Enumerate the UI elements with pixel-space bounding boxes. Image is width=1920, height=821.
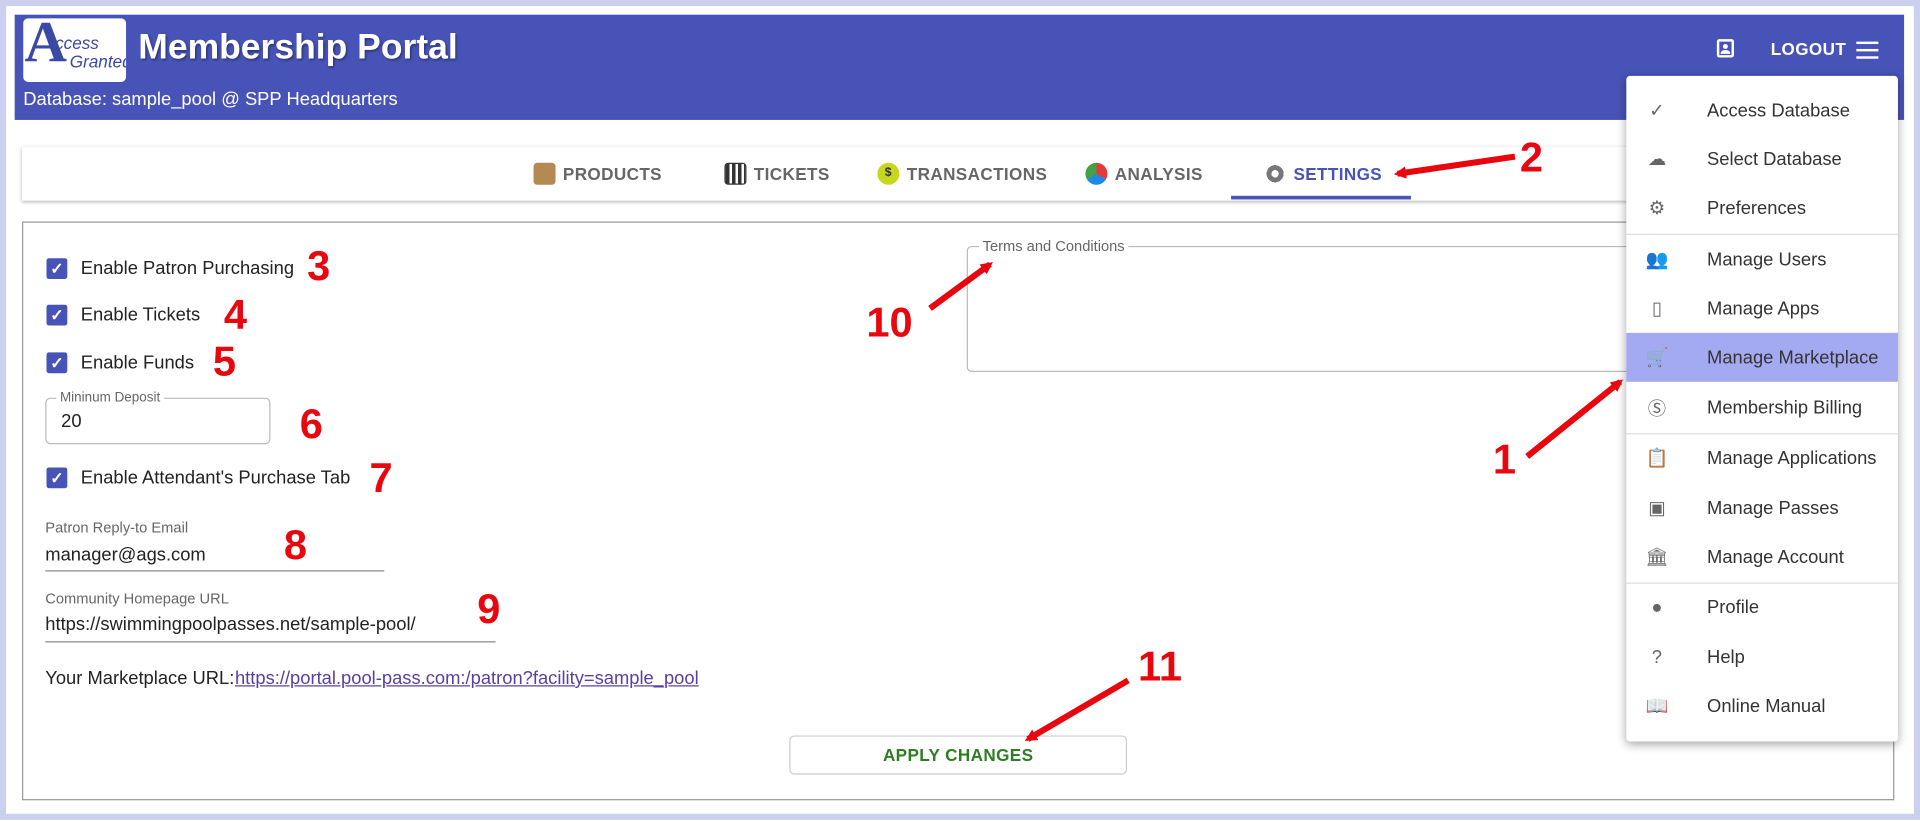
menu-item-label: Manage Users: [1707, 249, 1827, 270]
menu-item-manage-apps[interactable]: ▯ Manage Apps: [1626, 284, 1898, 333]
minimum-deposit-field[interactable]: Mininum Deposit: [45, 390, 271, 445]
annotation-2: 2: [1519, 134, 1543, 182]
community-homepage-url-input[interactable]: https://swimmingpoolpasses.net/sample-po…: [45, 614, 415, 635]
tab-settings[interactable]: SETTINGS: [1264, 147, 1382, 201]
marketplace-url-label: Your Marketplace URL:: [45, 668, 235, 689]
enable-tickets-checkbox[interactable]: ✓: [46, 304, 68, 326]
phone-icon: ▯: [1651, 298, 1662, 320]
annotation-10: 10: [866, 299, 913, 347]
app-title: Membership Portal: [138, 28, 458, 68]
menu-item-manage-users[interactable]: 👥 Manage Users: [1626, 235, 1898, 284]
box-icon: [533, 162, 556, 185]
help-circle-icon: ?: [1651, 646, 1662, 668]
annotation-7: 7: [369, 455, 393, 502]
menu-item-label: Profile: [1707, 596, 1760, 618]
menu-item-preferences[interactable]: ⚙ Preferences: [1626, 184, 1898, 233]
hamburger-menu-icon[interactable]: [1856, 41, 1879, 59]
patron-reply-email-input[interactable]: manager@ags.com: [45, 545, 205, 566]
menu-item-manage-applications[interactable]: 📋 Manage Applications: [1626, 433, 1898, 482]
access-granted-logo[interactable]: A ccess Granted: [23, 18, 127, 82]
tab-analysis[interactable]: ANALYSIS: [1085, 147, 1202, 201]
menu-item-profile[interactable]: ● Profile: [1626, 582, 1898, 631]
logo-word-access: ccess: [55, 33, 99, 53]
enable-patron-purchasing-checkbox[interactable]: ✓: [46, 258, 68, 280]
badge-icon: ▣: [1648, 498, 1666, 519]
menu-item-access-database[interactable]: ✓ Access Database: [1626, 86, 1898, 135]
menu-item-label: Online Manual: [1707, 695, 1826, 717]
check-icon: ✓: [1649, 100, 1665, 122]
account-box-icon[interactable]: [1716, 39, 1734, 58]
annotation-11: 11: [1138, 643, 1183, 691]
marketplace-url-link[interactable]: https://portal.pool-pass.com:/patron?fac…: [235, 668, 699, 689]
pie-chart-icon: [1085, 162, 1108, 185]
menu-item-label: Membership Billing: [1707, 397, 1863, 418]
menu-item-help[interactable]: ? Help: [1626, 633, 1898, 682]
gear-icon: ⚙: [1648, 198, 1666, 220]
annotation-1: 1: [1492, 436, 1517, 484]
terms-and-conditions-field[interactable]: Terms and Conditions: [966, 237, 1701, 373]
dollar-circle-icon: Ⓢ: [1647, 398, 1667, 420]
menu-item-manage-marketplace[interactable]: 🛒 Manage Marketplace: [1626, 332, 1898, 382]
patron-reply-email-underline: [45, 570, 385, 572]
enable-funds-checkbox[interactable]: ✓: [46, 352, 68, 374]
menu-item-online-manual[interactable]: 📖 Online Manual: [1626, 682, 1898, 731]
tab-tickets[interactable]: TICKETS: [724, 147, 829, 201]
main-tabs: PRODUCTS TICKETS $ TRANSACTIONS ANALYSIS…: [22, 146, 1895, 201]
annotation-8: 8: [283, 522, 308, 570]
app-header: A ccess Granted Membership Portal Databa…: [14, 14, 1905, 120]
logo-word-granted: Granted: [69, 51, 127, 71]
tab-label: SETTINGS: [1293, 163, 1383, 184]
menu-item-label: Manage Marketplace: [1707, 346, 1879, 368]
annotation-3: 3: [307, 243, 331, 291]
annotation-6: 6: [299, 401, 323, 448]
annotation-4: 4: [223, 292, 248, 339]
cloud-icon: ☁: [1647, 149, 1667, 171]
bank-icon: 🏛: [1645, 546, 1669, 568]
apply-changes-button[interactable]: APPLY CHANGES: [789, 735, 1128, 775]
tab-label: TRANSACTIONS: [906, 163, 1048, 184]
enable-tickets-label: Enable Tickets: [80, 304, 201, 326]
enable-funds-label: Enable Funds: [80, 352, 195, 374]
tab-label: PRODUCTS: [562, 163, 662, 184]
menu-item-label: Access Database: [1707, 99, 1850, 121]
qr-code-icon: [724, 162, 747, 185]
menu-item-label: Manage Account: [1707, 546, 1844, 568]
database-indicator: Database: sample_pool @ SPP Headquarters: [23, 89, 398, 111]
menu-item-manage-passes[interactable]: ▣ Manage Passes: [1626, 483, 1898, 532]
tab-label: TICKETS: [753, 163, 830, 184]
menu-item-label: Select Database: [1707, 148, 1842, 170]
cart-icon: 🛒: [1645, 347, 1669, 369]
tab-products[interactable]: PRODUCTS: [533, 147, 662, 201]
menu-item-label: Manage Passes: [1707, 497, 1839, 519]
annotation-5: 5: [212, 338, 237, 386]
menu-item-label: Manage Apps: [1707, 297, 1820, 319]
enable-attendant-purchase-tab-label: Enable Attendant's Purchase Tab: [80, 467, 351, 489]
annotation-9: 9: [477, 586, 501, 633]
people-icon: 👥: [1645, 249, 1669, 271]
tab-label: ANALYSIS: [1114, 163, 1203, 184]
logout-button[interactable]: LOGOUT: [1771, 39, 1846, 59]
community-homepage-url-underline: [45, 641, 496, 643]
menu-item-manage-account[interactable]: 🏛 Manage Account: [1626, 532, 1898, 581]
menu-item-label: Preferences: [1707, 197, 1807, 219]
active-tab-indicator: [1231, 195, 1411, 200]
terms-and-conditions-label: Terms and Conditions: [978, 237, 1129, 255]
clipboard-icon: 📋: [1645, 447, 1669, 469]
menu-item-membership-billing[interactable]: Ⓢ Membership Billing: [1626, 383, 1898, 432]
menu-item-select-database[interactable]: ☁ Select Database: [1626, 135, 1898, 184]
menu-item-label: Help: [1707, 646, 1745, 668]
account-circle-icon: ●: [1651, 596, 1663, 618]
minimum-deposit-input[interactable]: [61, 411, 257, 432]
app-menu-dropdown: ✓ Access Database ☁ Select Database ⚙ Pr…: [1626, 75, 1898, 742]
coin-icon: $: [877, 162, 900, 185]
menu-item-label: Manage Applications: [1707, 447, 1877, 469]
community-homepage-url-label: Community Homepage URL: [45, 589, 229, 607]
gear-icon: [1264, 162, 1287, 185]
enable-patron-purchasing-label: Enable Patron Purchasing: [80, 258, 295, 280]
enable-attendant-purchase-tab-checkbox[interactable]: ✓: [46, 467, 68, 489]
book-icon: 📖: [1645, 696, 1669, 718]
minimum-deposit-label: Mininum Deposit: [56, 390, 164, 406]
patron-reply-email-label: Patron Reply-to Email: [45, 518, 189, 536]
tab-transactions[interactable]: $ TRANSACTIONS: [877, 147, 1047, 201]
